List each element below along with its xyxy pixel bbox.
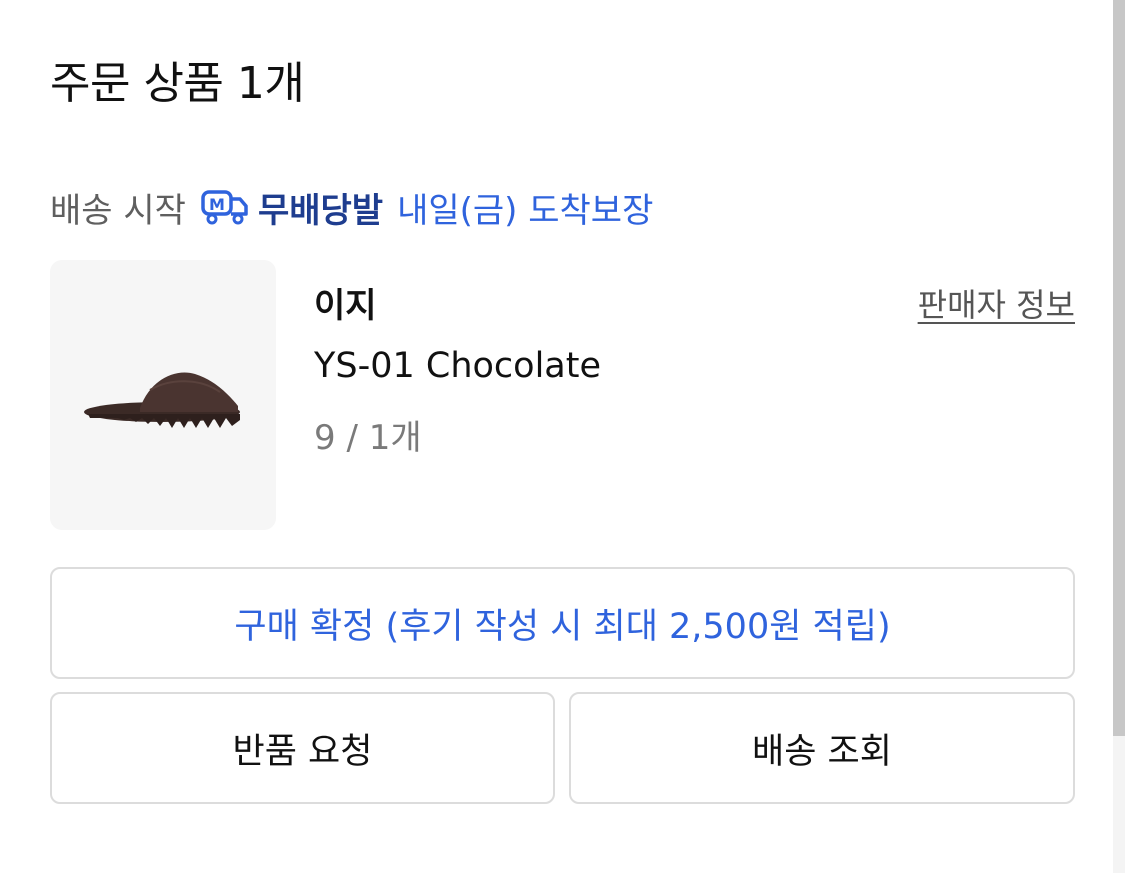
confirm-purchase-button[interactable]: 구매 확정 (후기 작성 시 최대 2,500원 적립) <box>50 567 1075 679</box>
scrollbar-thumb[interactable] <box>1113 0 1125 736</box>
product-brand: 이지 <box>314 286 377 326</box>
order-items-title: 주문 상품 1개 <box>50 58 305 109</box>
scrollbar-track[interactable] <box>1113 0 1125 873</box>
seller-info-link[interactable]: 판매자 정보 <box>918 280 1075 326</box>
product-name: YS-01 Chocolate <box>314 346 602 386</box>
shipping-status-row: 배송 시작 M 무배당발 내일(금) 도착보장 <box>50 184 654 231</box>
shipping-start-label: 배송 시작 <box>50 190 186 231</box>
slide-sandal-image <box>84 372 240 428</box>
arrival-guarantee-text: 내일(금) 도착보장 <box>397 190 654 231</box>
product-option: 9 / 1개 <box>314 418 422 458</box>
delivery-truck-icon: M <box>200 187 250 227</box>
return-request-button[interactable]: 반품 요청 <box>50 692 555 804</box>
delivery-service-name: 무배당발 <box>257 190 384 231</box>
track-delivery-button[interactable]: 배송 조회 <box>569 692 1075 804</box>
product-thumbnail[interactable] <box>50 260 276 530</box>
svg-text:M: M <box>209 195 225 214</box>
